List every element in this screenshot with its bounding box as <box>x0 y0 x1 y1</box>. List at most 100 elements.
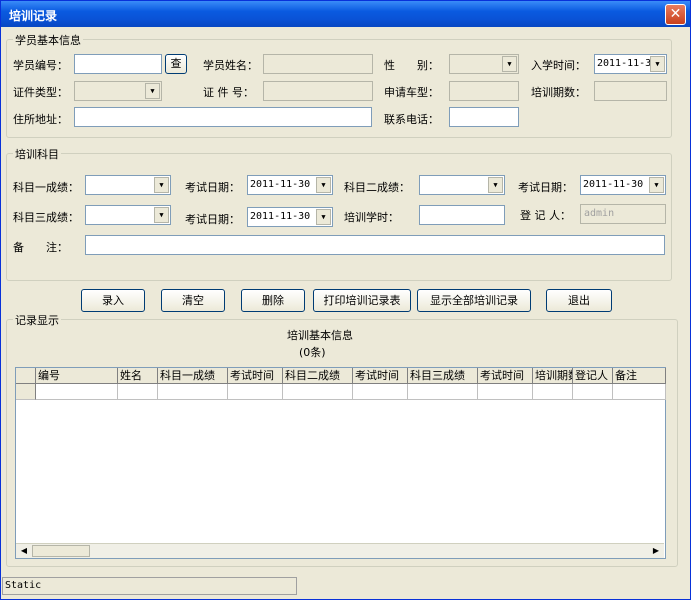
status-bar: Static <box>2 577 297 595</box>
table-cell[interactable] <box>228 384 283 400</box>
exam-date2-value: 2011-11-30 <box>583 179 644 190</box>
show-all-button-label: 显示全部培训记录 <box>430 294 518 307</box>
scroll-left-button[interactable]: ◀ <box>17 545 31 557</box>
exam-date1-value: 2011-11-30 <box>250 179 311 190</box>
hours-label: 培训学时： <box>344 211 399 224</box>
window-title: 培训记录 <box>9 9 58 23</box>
table-cell[interactable] <box>283 384 353 400</box>
score3-label: 科目三成绩： <box>13 211 79 224</box>
table-cell[interactable] <box>353 384 408 400</box>
exam-date2-label: 考试日期： <box>518 181 573 194</box>
enroll-date-value: 2011-11-30 <box>597 58 658 69</box>
student-id-label: 学员编号： <box>13 59 68 72</box>
remarks-label: 备 注： <box>13 241 68 254</box>
delete-button[interactable]: 删除 <box>241 289 305 312</box>
search-student-button[interactable]: 查 <box>165 54 187 74</box>
table-cell[interactable] <box>533 384 573 400</box>
column-header-remarks[interactable]: 备注 <box>613 368 666 384</box>
vehicle-type-input[interactable] <box>449 81 519 101</box>
enter-button-label: 录入 <box>102 294 124 307</box>
column-header-recorder[interactable]: 登记人 <box>573 368 613 384</box>
gender-label: 性 别： <box>384 59 439 72</box>
exam-date3-label: 考试日期： <box>185 213 240 226</box>
recorder-value: admin <box>584 208 615 219</box>
scroll-right-button[interactable]: ▶ <box>649 545 663 557</box>
records-grid[interactable]: 编号 姓名 科目一成绩 考试时间 科目二成绩 考试时间 科目三成绩 考试时间 培… <box>15 367 666 559</box>
chevron-down-icon[interactable]: ▼ <box>488 177 503 193</box>
column-header-score3[interactable]: 科目三成绩 <box>408 368 478 384</box>
clear-button[interactable]: 清空 <box>161 289 225 312</box>
row-indicator[interactable] <box>16 384 36 400</box>
exit-button[interactable]: 退出 <box>546 289 612 312</box>
phone-input[interactable] <box>449 107 519 127</box>
exam-date1-label: 考试日期： <box>185 181 240 194</box>
period-input[interactable] <box>594 81 667 101</box>
enroll-date-picker[interactable]: 2011-11-30 ▼ <box>594 54 667 74</box>
show-all-records-button[interactable]: 显示全部培训记录 <box>417 289 531 312</box>
chevron-down-icon[interactable]: ▼ <box>154 177 169 193</box>
table-cell[interactable] <box>158 384 228 400</box>
hours-input[interactable] <box>419 205 505 225</box>
phone-label: 联系电话： <box>384 113 439 126</box>
table-cell[interactable] <box>573 384 613 400</box>
record-count: (0条) <box>299 346 326 359</box>
table-cell[interactable] <box>613 384 666 400</box>
scroll-thumb[interactable] <box>32 545 90 557</box>
delete-button-label: 删除 <box>262 294 284 307</box>
exit-button-label: 退出 <box>568 294 590 307</box>
score1-select[interactable]: ▼ <box>85 175 171 195</box>
score2-label: 科目二成绩： <box>344 181 410 194</box>
student-name-input[interactable] <box>263 54 373 74</box>
column-header-name[interactable]: 姓名 <box>118 368 158 384</box>
chevron-down-icon[interactable]: ▼ <box>316 177 331 193</box>
id-type-label: 证件类型： <box>13 86 68 99</box>
id-number-input[interactable] <box>263 81 373 101</box>
print-records-button[interactable]: 打印培训记录表 <box>313 289 411 312</box>
clear-button-label: 清空 <box>182 294 204 307</box>
vehicle-type-label: 申请车型： <box>384 86 439 99</box>
status-text: Static <box>5 580 42 591</box>
score2-select[interactable]: ▼ <box>419 175 505 195</box>
search-button-label: 查 <box>170 57 182 70</box>
chevron-down-icon[interactable]: ▼ <box>145 83 160 99</box>
grid-corner <box>16 368 36 384</box>
address-input[interactable] <box>74 107 372 127</box>
enter-button[interactable]: 录入 <box>81 289 145 312</box>
period-label: 培训期数： <box>531 86 586 99</box>
column-header-exam-time1[interactable]: 考试时间 <box>228 368 283 384</box>
title-bar: 培训记录 ✕ <box>1 1 690 27</box>
table-cell[interactable] <box>36 384 118 400</box>
gender-select[interactable]: ▼ <box>449 54 519 74</box>
chevron-down-icon[interactable]: ▼ <box>649 177 664 193</box>
chevron-down-icon[interactable]: ▼ <box>650 56 665 72</box>
score3-select[interactable]: ▼ <box>85 205 171 225</box>
table-cell[interactable] <box>408 384 478 400</box>
chevron-down-icon[interactable]: ▼ <box>154 207 169 223</box>
student-info-group-title: 学员基本信息 <box>13 32 83 48</box>
chevron-down-icon[interactable]: ▼ <box>316 209 331 225</box>
student-id-input[interactable] <box>74 54 162 74</box>
records-group-title: 记录显示 <box>13 312 61 328</box>
close-icon: ✕ <box>669 6 682 22</box>
exam-date3-picker[interactable]: 2011-11-30 ▼ <box>247 207 333 227</box>
column-header-score1[interactable]: 科目一成绩 <box>158 368 228 384</box>
remarks-input[interactable] <box>85 235 665 255</box>
exam-date1-picker[interactable]: 2011-11-30 ▼ <box>247 175 333 195</box>
column-header-exam-time3[interactable]: 考试时间 <box>478 368 533 384</box>
horizontal-scrollbar[interactable]: ◀ ▶ <box>16 543 664 558</box>
table-cell[interactable] <box>478 384 533 400</box>
exam-date2-picker[interactable]: 2011-11-30 ▼ <box>580 175 666 195</box>
column-header-period[interactable]: 培训期数 <box>533 368 573 384</box>
column-header-exam-time2[interactable]: 考试时间 <box>353 368 408 384</box>
chevron-down-icon[interactable]: ▼ <box>502 56 517 72</box>
table-cell[interactable] <box>118 384 158 400</box>
recorder-label: 登 记 人： <box>520 209 571 222</box>
id-type-select[interactable]: ▼ <box>74 81 162 101</box>
column-header-id[interactable]: 编号 <box>36 368 118 384</box>
column-header-score2[interactable]: 科目二成绩 <box>283 368 353 384</box>
score1-label: 科目一成绩： <box>13 181 79 194</box>
grid-header: 编号 姓名 科目一成绩 考试时间 科目二成绩 考试时间 科目三成绩 考试时间 培… <box>16 368 666 384</box>
student-name-label: 学员姓名： <box>203 59 258 72</box>
recorder-input[interactable]: admin <box>580 204 666 224</box>
close-button[interactable]: ✕ <box>665 4 686 25</box>
